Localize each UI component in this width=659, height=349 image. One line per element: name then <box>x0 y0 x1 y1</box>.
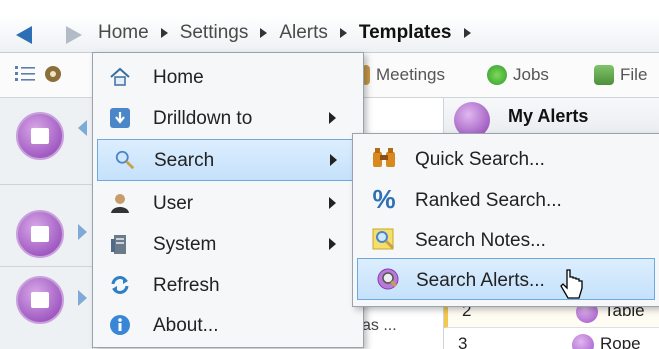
file-button[interactable]: File <box>594 65 647 85</box>
menu-item-drilldown[interactable]: Drilldown to <box>93 98 363 138</box>
alert-icon <box>572 334 594 349</box>
breadcrumb-bar: Home Settings Alerts Templates <box>0 14 659 53</box>
mouse-cursor-icon <box>560 269 583 299</box>
submenu-arrow-icon <box>329 197 336 209</box>
breadcrumb-home[interactable]: Home <box>98 22 149 44</box>
submenu-item-quick-search[interactable]: Quick Search... <box>353 138 659 178</box>
menu-item-label: System <box>153 234 217 255</box>
submenu-item-search-alerts[interactable]: Search Alerts... <box>357 258 655 300</box>
menu-item-label: User <box>153 193 194 214</box>
list-item[interactable] <box>0 98 92 185</box>
jobs-button[interactable]: Jobs <box>487 65 549 85</box>
list-item[interactable] <box>0 266 92 348</box>
download-icon <box>109 107 131 129</box>
submenu-item-label: Quick Search... <box>415 149 545 170</box>
submenu-item-search-notes[interactable]: Search Notes... <box>353 219 659 259</box>
system-icon <box>109 233 131 255</box>
submenu-arrow-icon <box>329 112 336 124</box>
table-row[interactable]: 3 Rope <box>444 330 659 349</box>
menu-item-system[interactable]: System <box>93 224 363 264</box>
context-menu: Home Drilldown to Search User System Ref… <box>92 52 364 348</box>
home-icon <box>109 66 131 88</box>
menu-item-label: Search <box>154 150 215 171</box>
row-number: 3 <box>458 334 468 349</box>
list-view-icon[interactable] <box>14 63 36 85</box>
menu-item-user[interactable]: User <box>93 183 363 223</box>
alert-icon <box>16 112 64 160</box>
alert-icon <box>16 210 64 258</box>
breadcrumb-separator-icon <box>339 28 347 38</box>
forward-arrow-icon[interactable] <box>66 26 82 44</box>
menu-item-label: Drilldown to <box>153 108 253 129</box>
refresh-icon <box>109 274 131 296</box>
meetings-button[interactable]: Meetings <box>362 65 445 85</box>
menu-item-about[interactable]: About... <box>93 305 363 345</box>
percent-icon: % <box>372 183 396 214</box>
breadcrumb-templates[interactable]: Templates <box>359 22 452 44</box>
submenu-item-label: Ranked Search... <box>415 190 562 211</box>
menu-item-label: About... <box>153 315 219 336</box>
menu-item-refresh[interactable]: Refresh <box>93 265 363 305</box>
alerts-search-icon <box>376 267 402 291</box>
alert-icon <box>16 276 64 324</box>
submenu-item-ranked-search[interactable]: % Ranked Search... <box>353 179 659 219</box>
search-submenu: Quick Search... % Ranked Search... Searc… <box>352 133 659 307</box>
breadcrumb-separator-icon <box>160 28 168 38</box>
submenu-arrow-icon <box>330 154 337 166</box>
binoculars-icon <box>371 146 397 170</box>
user-icon <box>109 192 131 214</box>
menu-item-search[interactable]: Search <box>97 139 359 181</box>
panel-title: My Alerts <box>508 106 589 126</box>
file-upload-icon <box>594 65 614 85</box>
row-name: Rope <box>600 334 641 349</box>
left-panel <box>0 98 93 349</box>
expand-arrow-icon[interactable] <box>78 290 87 306</box>
notes-search-icon <box>371 227 397 251</box>
menu-item-home[interactable]: Home <box>93 57 363 97</box>
list-item[interactable] <box>0 198 92 267</box>
submenu-item-label: Search Alerts... <box>416 270 545 291</box>
jobs-icon <box>487 65 507 85</box>
file-label: File <box>620 65 648 84</box>
settings-gear-icon[interactable] <box>42 63 64 85</box>
menu-item-label: Home <box>153 67 204 88</box>
back-arrow-icon[interactable] <box>16 26 32 44</box>
search-icon <box>114 149 136 171</box>
submenu-arrow-icon <box>329 238 336 250</box>
collapse-arrow-icon[interactable] <box>78 120 87 136</box>
app-window: Home Settings Alerts Templates Meetings … <box>0 0 659 349</box>
breadcrumb-alerts[interactable]: Alerts <box>279 22 328 44</box>
menu-item-label: Refresh <box>153 275 220 296</box>
breadcrumb-separator-icon <box>260 28 268 38</box>
expand-arrow-icon[interactable] <box>78 224 87 240</box>
breadcrumb: Home Settings Alerts Templates <box>98 22 483 44</box>
breadcrumb-settings[interactable]: Settings <box>180 22 249 44</box>
jobs-label: Jobs <box>513 65 549 84</box>
meetings-label: Meetings <box>376 65 445 84</box>
breadcrumb-separator-icon[interactable] <box>463 28 471 38</box>
info-icon <box>109 314 131 336</box>
truncated-text: as ... <box>362 317 397 334</box>
submenu-item-label: Search Notes... <box>415 230 546 251</box>
